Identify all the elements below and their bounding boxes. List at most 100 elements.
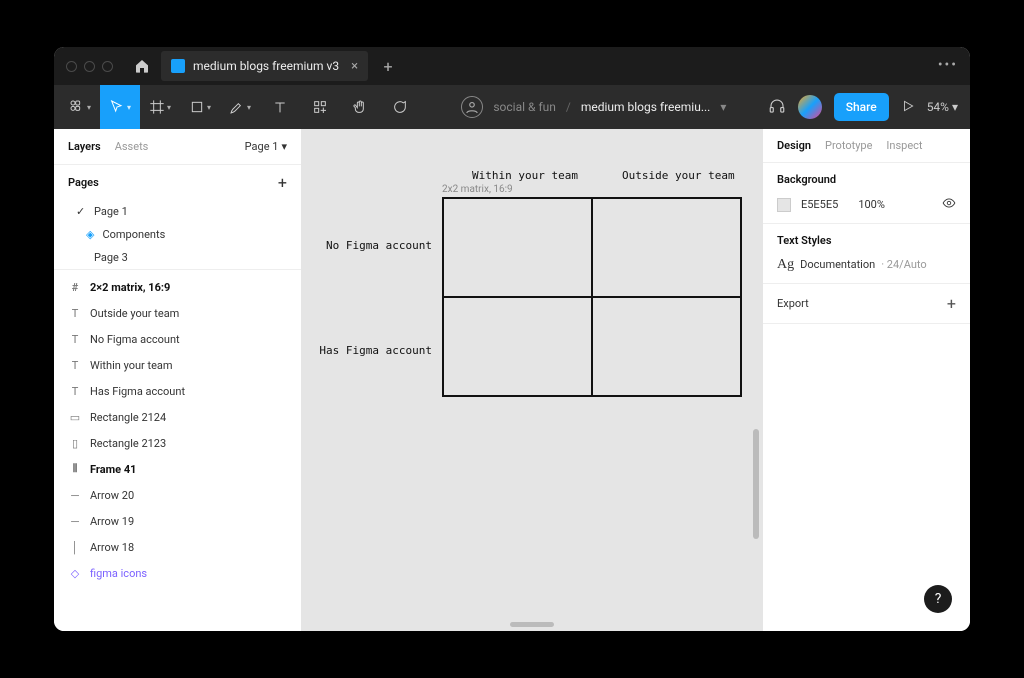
matrix-cell[interactable] <box>443 297 592 396</box>
layer-row[interactable]: T Outside your team <box>54 300 301 326</box>
headphones-icon[interactable] <box>768 97 786 118</box>
frame-tool[interactable]: ▾ <box>140 85 180 129</box>
minimize-window-dot[interactable] <box>84 61 95 72</box>
component-icon: ◈ <box>86 228 94 241</box>
layer-label: Rectangle 2123 <box>90 437 166 450</box>
layer-label: Arrow 19 <box>90 515 134 528</box>
zoom-value: 54% <box>927 100 949 114</box>
matrix-row-label: Has Figma account <box>312 344 432 357</box>
layer-label: Arrow 20 <box>90 489 134 502</box>
page-item[interactable]: ◈ Components <box>54 223 301 246</box>
background-opacity[interactable]: 100% <box>858 198 885 211</box>
text-style-row[interactable]: Ag Documentation · 24/Auto <box>777 257 956 273</box>
add-page-button[interactable]: + <box>278 173 287 192</box>
matrix-cell[interactable] <box>592 198 741 297</box>
layer-label: Arrow 18 <box>90 541 134 554</box>
resources-tool[interactable] <box>300 85 340 129</box>
main-menu-button[interactable]: ▾ <box>60 85 100 129</box>
left-panel: Layers Assets Page 1 ▾ Pages + ✓ Page 1 … <box>54 129 302 631</box>
design-tab[interactable]: Design <box>777 139 811 152</box>
vertical-scrollbar[interactable] <box>753 429 759 539</box>
close-tab-icon[interactable]: × <box>351 59 358 74</box>
matrix-frame[interactable] <box>442 197 742 397</box>
export-section[interactable]: Export + <box>763 284 970 324</box>
present-button[interactable] <box>901 99 915 116</box>
user-avatar[interactable] <box>798 95 822 119</box>
page-picker-label: Page 1 <box>245 140 279 153</box>
visibility-toggle-icon[interactable] <box>942 196 956 213</box>
home-button[interactable] <box>127 51 157 81</box>
breadcrumb[interactable]: social & fun / medium blogs freemiu... ▾ <box>420 96 768 118</box>
inspect-tab[interactable]: Inspect <box>886 139 922 152</box>
share-button[interactable]: Share <box>834 93 889 121</box>
layer-row[interactable]: #2×2 matrix, 16:9 <box>54 274 301 300</box>
matrix-cell[interactable] <box>443 198 592 297</box>
arrow-icon: │ <box>68 541 82 554</box>
right-panel: Design Prototype Inspect Background E5E5… <box>762 129 970 631</box>
section-title: Background <box>777 173 956 186</box>
horizontal-scrollbar[interactable] <box>510 622 554 627</box>
matrix-cell[interactable] <box>592 297 741 396</box>
file-tab[interactable]: medium blogs freemium v3 × <box>161 51 368 81</box>
assets-tab[interactable]: Assets <box>115 140 149 153</box>
file-name[interactable]: medium blogs freemiu... <box>581 100 711 114</box>
page-item[interactable]: Page 3 <box>54 246 301 269</box>
instance-icon: ◇ <box>68 567 82 580</box>
layers-tab[interactable]: Layers <box>68 140 101 153</box>
text-tool[interactable] <box>260 85 300 129</box>
pen-tool[interactable]: ▾ <box>220 85 260 129</box>
zoom-control[interactable]: 54% ▾ <box>927 100 958 114</box>
page-label: Page 3 <box>94 251 128 264</box>
section-title: Text Styles <box>777 234 956 247</box>
layer-row[interactable]: ▭Rectangle 2124 <box>54 404 301 430</box>
background-hex[interactable]: E5E5E5 <box>801 198 838 211</box>
text-styles-section: Text Styles Ag Documentation · 24/Auto <box>763 224 970 284</box>
pages-header: Pages + <box>54 165 301 200</box>
layer-row[interactable]: T No Figma account <box>54 326 301 352</box>
text-icon: T <box>68 307 82 320</box>
layer-row[interactable]: │ Arrow 18 <box>54 534 301 560</box>
shape-tool[interactable]: ▾ <box>180 85 220 129</box>
add-export-button[interactable]: + <box>947 294 956 313</box>
color-swatch[interactable] <box>777 198 791 212</box>
layer-label: Within your team <box>90 359 173 372</box>
canvas[interactable]: 2x2 matrix, 16:9 Within your team Outsid… <box>302 129 762 631</box>
main-toolbar: ▾ ▾ ▾ ▾ ▾ <box>54 85 970 129</box>
page-item[interactable]: ✓ Page 1 <box>54 200 301 223</box>
new-tab-button[interactable]: + <box>374 52 402 80</box>
layer-label: 2×2 matrix, 16:9 <box>90 281 170 294</box>
page-picker[interactable]: Page 1 ▾ <box>245 140 287 153</box>
close-window-dot[interactable] <box>66 61 77 72</box>
file-tab-title: medium blogs freemium v3 <box>193 59 339 73</box>
project-name[interactable]: social & fun <box>493 100 556 114</box>
figma-favicon-icon <box>171 59 185 73</box>
layer-row[interactable]: ⦀Frame 41 <box>54 456 301 482</box>
frame-title[interactable]: 2x2 matrix, 16:9 <box>442 184 513 195</box>
app-menu-button[interactable]: ••• <box>938 57 958 73</box>
matrix-col-label: Outside your team <box>622 169 735 182</box>
layer-row[interactable]: TWithin your team <box>54 352 301 378</box>
background-section: Background E5E5E5 100% <box>763 163 970 224</box>
comment-tool[interactable] <box>380 85 420 129</box>
help-button[interactable]: ? <box>924 585 952 613</box>
rectangle-icon: ▭ <box>68 411 82 424</box>
layer-label: No Figma account <box>90 333 180 346</box>
text-style-name: Documentation <box>800 258 875 271</box>
layer-label: Outside your team <box>90 307 179 320</box>
page-label: Components <box>102 228 165 241</box>
layer-row[interactable]: ─Arrow 20 <box>54 482 301 508</box>
layer-row[interactable]: ▯ Rectangle 2123 <box>54 430 301 456</box>
layer-label: Has Figma account <box>90 385 185 398</box>
window-controls[interactable] <box>66 61 113 72</box>
team-avatar-icon <box>461 96 483 118</box>
prototype-tab[interactable]: Prototype <box>825 139 872 152</box>
layer-row[interactable]: ◇figma icons <box>54 560 301 586</box>
layer-row[interactable]: ─Arrow 19 <box>54 508 301 534</box>
page-label: Page 1 <box>94 205 128 218</box>
zoom-window-dot[interactable] <box>102 61 113 72</box>
layer-row[interactable]: THas Figma account <box>54 378 301 404</box>
hand-tool[interactable] <box>340 85 380 129</box>
move-tool[interactable]: ▾ <box>100 85 140 129</box>
text-icon: T <box>68 333 82 346</box>
rectangle-icon: ▯ <box>68 437 82 450</box>
